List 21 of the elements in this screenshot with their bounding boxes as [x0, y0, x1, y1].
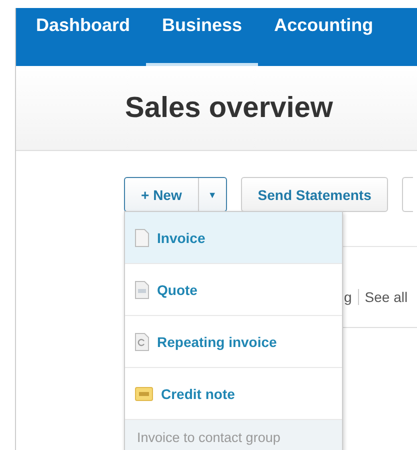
menu-item-label[interactable]: Quote: [157, 282, 198, 298]
link-text[interactable]: g: [344, 289, 352, 305]
credit-note-icon: [135, 386, 153, 400]
see-all-link[interactable]: See all: [364, 289, 408, 305]
new-button[interactable]: + New: [125, 178, 198, 211]
repeat-document-icon: [135, 332, 149, 350]
page-title: Sales overview: [125, 92, 333, 124]
document-icon: [135, 280, 149, 298]
menu-item-label[interactable]: Invoice: [157, 230, 206, 246]
new-split-button[interactable]: + New ▼: [124, 177, 227, 212]
toolbar-button[interactable]: [402, 177, 414, 212]
send-statements-button[interactable]: Send Statements: [240, 177, 388, 212]
nav-tab[interactable]: Dashboard: [20, 5, 146, 66]
menu-item[interactable]: Repeating invoice: [125, 316, 342, 368]
menu-footer-item[interactable]: Invoice to contact group: [125, 420, 342, 450]
menu-item-label[interactable]: Repeating invoice: [157, 334, 277, 350]
menu-item[interactable]: Invoice: [125, 212, 342, 264]
menu-item[interactable]: Quote: [125, 264, 342, 316]
menu-item-label[interactable]: Credit note: [161, 386, 235, 402]
nav-tab[interactable]: Accounting: [258, 5, 390, 66]
document-icon: [135, 228, 149, 246]
